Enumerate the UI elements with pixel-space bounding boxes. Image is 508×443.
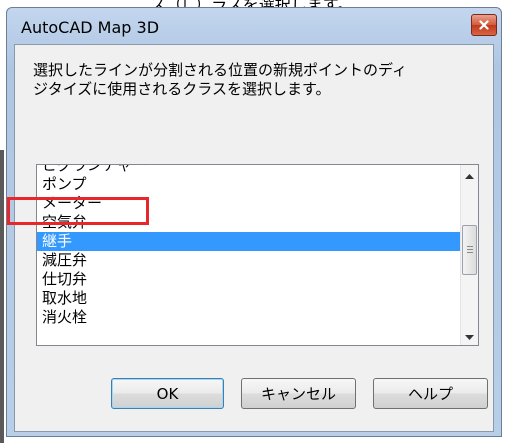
prompt-text: 選択したラインが分割される位置の新規ポイントのディ ジタイズに使用されるクラスを… bbox=[33, 61, 493, 99]
prompt-line-1: 選択したラインが分割される位置の新規ポイントのディ bbox=[33, 61, 407, 79]
list-item-pressure-reducing-valve[interactable]: 減圧弁 bbox=[37, 251, 460, 270]
ok-button[interactable]: OK bbox=[111, 378, 224, 409]
list-item-label: 減圧弁 bbox=[42, 251, 88, 269]
list-item-pig-launcher[interactable]: ピグランチャー bbox=[37, 165, 460, 175]
list-item-label: 消火栓 bbox=[42, 308, 88, 326]
help-button[interactable]: ヘルプ bbox=[373, 378, 488, 409]
grip-line bbox=[467, 252, 473, 253]
selection-highlight-box bbox=[7, 197, 149, 225]
list-item-gate-valve[interactable]: 仕切弁 bbox=[37, 270, 460, 289]
class-list: ピグランチャー ポンプ メーター 空気弁 継手 減圧弁 仕切弁 取水地 消火栓 bbox=[37, 165, 460, 345]
grip-line bbox=[467, 249, 473, 250]
scroll-up-button[interactable] bbox=[461, 165, 478, 182]
ok-button-label: OK bbox=[156, 384, 179, 403]
help-button-label: ヘルプ bbox=[407, 385, 453, 403]
close-button[interactable] bbox=[471, 14, 497, 36]
background-window-edge bbox=[0, 150, 4, 443]
triangle-up-icon bbox=[465, 165, 474, 183]
list-item-intake[interactable]: 取水地 bbox=[37, 289, 460, 308]
list-item-label: ピグランチャー bbox=[42, 165, 147, 174]
list-scrollbar[interactable] bbox=[460, 165, 478, 345]
list-item-label: 継手 bbox=[42, 232, 73, 250]
dialog-title: AutoCAD Map 3D bbox=[21, 18, 160, 37]
scroll-down-button[interactable] bbox=[461, 327, 478, 344]
list-item-label: 取水地 bbox=[42, 289, 88, 307]
cancel-button[interactable]: キャンセル bbox=[241, 378, 356, 409]
list-item-label: 仕切弁 bbox=[42, 270, 88, 288]
grip-line bbox=[467, 246, 473, 247]
class-listbox[interactable]: ピグランチャー ポンプ メーター 空気弁 継手 減圧弁 仕切弁 取水地 消火栓 bbox=[36, 164, 479, 346]
list-item-label: ポンプ bbox=[42, 175, 87, 193]
list-item-hydrant[interactable]: 消火栓 bbox=[37, 308, 460, 327]
prompt-line-2: ジタイズに使用されるクラスを選択します。 bbox=[33, 80, 331, 98]
close-icon bbox=[479, 20, 489, 30]
scroll-thumb[interactable] bbox=[462, 225, 477, 275]
cancel-button-label: キャンセル bbox=[260, 385, 336, 403]
dialog-body: 選択したラインが分割される位置の新規ポイントのディ ジタイズに使用されるクラスを… bbox=[14, 44, 494, 432]
list-item-joint[interactable]: 継手 bbox=[37, 232, 460, 251]
list-item-pump[interactable]: ポンプ bbox=[37, 175, 460, 194]
triangle-down-icon bbox=[465, 326, 474, 345]
